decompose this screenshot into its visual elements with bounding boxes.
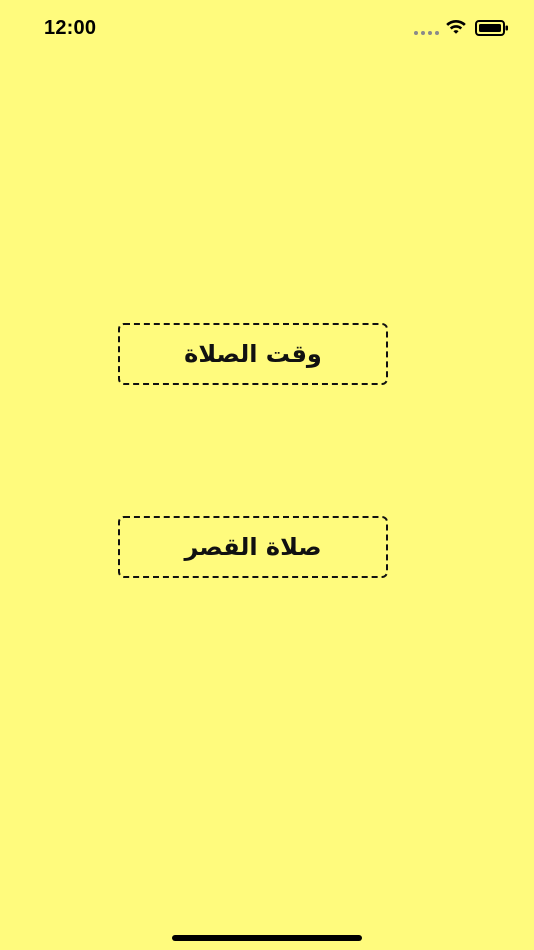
shortened-prayer-button[interactable]: صلاة القصر: [118, 516, 388, 578]
prayer-time-button[interactable]: وقت الصلاة: [118, 323, 388, 385]
battery-icon: [475, 20, 508, 36]
cellular-signal-icon: [414, 31, 440, 35]
home-indicator[interactable]: [172, 935, 362, 941]
shortened-prayer-label: صلاة القصر: [184, 533, 322, 561]
status-time: 12:00: [44, 17, 97, 39]
prayer-time-label: وقت الصلاة: [184, 340, 322, 368]
status-bar: 12:00: [0, 0, 534, 56]
wifi-icon: [446, 19, 466, 34]
